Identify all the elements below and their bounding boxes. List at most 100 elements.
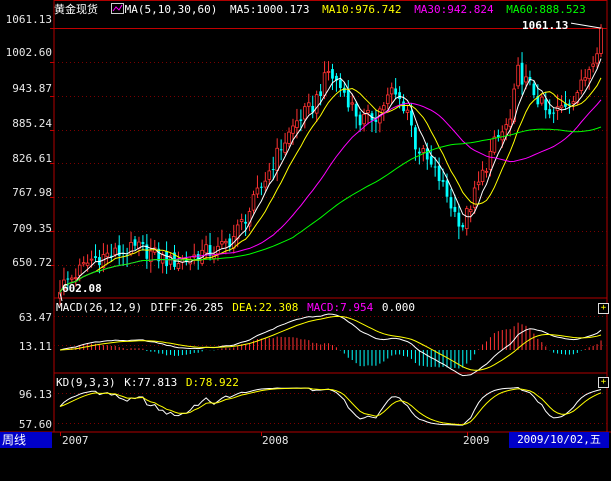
candle-body xyxy=(113,247,118,255)
candle-body xyxy=(366,109,370,114)
macd-layer xyxy=(59,313,602,377)
candle-body xyxy=(496,135,500,138)
candle-body xyxy=(244,221,247,224)
x-tick: 2009 xyxy=(463,434,490,447)
candle-body xyxy=(410,110,413,126)
candle-body xyxy=(421,148,426,153)
candle-body xyxy=(417,151,421,154)
macd-diff: DIFF:26.285 xyxy=(150,301,224,314)
candle-body xyxy=(239,219,244,223)
candle-body xyxy=(414,127,417,150)
candle-body xyxy=(385,94,390,105)
cursor-date: 2009/10/02,五 xyxy=(509,432,609,448)
candle-body xyxy=(559,105,564,109)
price-tick: 709.35 xyxy=(12,222,52,235)
candle-body xyxy=(326,71,331,73)
candle-body xyxy=(224,240,228,244)
candle-body xyxy=(322,72,327,96)
candle-body xyxy=(568,103,571,105)
candle-body xyxy=(255,187,260,195)
candle-body xyxy=(480,169,485,182)
main-header: 黄金现货 MA(5,10,30,60) MA5:1000.173 MA10:97… xyxy=(54,3,592,16)
candle-body xyxy=(283,142,287,153)
macd-header: MACD(26,12,9) DIFF:26.285 DEA:22.308 MAC… xyxy=(56,302,421,314)
kd-k: K:77.813 xyxy=(124,376,178,389)
candle-body xyxy=(532,83,536,96)
expand-kd-icon[interactable]: + xyxy=(598,377,609,388)
candle-body xyxy=(441,180,445,182)
x-tick: 2007 xyxy=(62,434,89,447)
price-tick: 943.87 xyxy=(12,82,52,95)
candle-body xyxy=(165,251,168,267)
candle-body xyxy=(267,170,272,180)
candle-body xyxy=(81,262,86,265)
macd-tick: 63.47 xyxy=(18,311,52,324)
period-tab[interactable]: 周线 xyxy=(0,432,52,448)
macd-tick: 13.11 xyxy=(18,340,52,353)
ma10-line xyxy=(59,77,602,293)
candle-body xyxy=(437,165,441,182)
candle-body xyxy=(461,224,465,228)
ma5-value: MA5:1000.173 xyxy=(229,3,310,16)
candle-body xyxy=(89,258,94,261)
ma5-line xyxy=(59,58,602,293)
ma60-line xyxy=(59,126,602,293)
candle-body xyxy=(176,263,181,269)
kd-header: KD(9,3,3) K:77.813 D:78.922 xyxy=(56,377,245,389)
candle-body xyxy=(449,197,453,209)
price-tick: 885.24 xyxy=(12,117,52,130)
candle-body xyxy=(358,114,362,126)
candle-body xyxy=(382,105,386,111)
candle-body xyxy=(342,87,346,93)
candle-body xyxy=(73,277,78,280)
chart-canvas xyxy=(0,0,611,436)
candle-body xyxy=(599,27,603,54)
candle-body xyxy=(346,90,350,108)
candle-body xyxy=(389,87,394,95)
candle-body xyxy=(314,94,319,114)
ma10-value: MA10:976.742 xyxy=(322,3,402,16)
high-price-tag: 1061.13 xyxy=(522,19,569,32)
candle-body xyxy=(516,64,520,87)
macd-zero: 0.000 xyxy=(381,301,416,314)
moving-average-layer xyxy=(59,22,602,302)
candle-body xyxy=(520,62,524,85)
candle-body xyxy=(220,241,224,245)
candle-body xyxy=(453,206,457,212)
candle-body xyxy=(457,212,461,227)
high-pointer xyxy=(570,22,602,29)
candle-body xyxy=(303,106,307,120)
candle-body xyxy=(433,166,437,168)
price-tick: 1061.13 xyxy=(5,13,52,26)
candle-body xyxy=(263,180,268,188)
candle-body xyxy=(291,125,295,134)
kd-d: D:78.922 xyxy=(185,376,239,389)
ma30-value: MA30:942.824 xyxy=(414,3,494,16)
macd-label[interactable]: MACD(26,12,9) xyxy=(56,301,142,314)
candle-body xyxy=(105,252,110,258)
kd-label[interactable]: KD(9,3,3) xyxy=(56,376,116,389)
candle-body xyxy=(295,120,299,128)
candle-body xyxy=(271,169,275,171)
candle-body xyxy=(350,102,355,105)
candle-body xyxy=(287,131,291,144)
ma-settings[interactable]: MA(5,10,30,60) xyxy=(125,3,218,16)
candle-body xyxy=(571,101,576,104)
candle-body xyxy=(362,113,366,125)
instrument-name: 黄金现货 xyxy=(54,3,98,16)
macd-value: MACD:7.954 xyxy=(307,301,374,314)
candle-body xyxy=(544,99,548,111)
candle-body xyxy=(591,63,595,67)
candle-body xyxy=(85,262,90,266)
candle-body xyxy=(275,147,279,171)
low-price-tag: 602.08 xyxy=(62,282,102,295)
candle-body xyxy=(540,96,544,104)
indicator-switch-icon[interactable] xyxy=(110,3,124,14)
candle-body xyxy=(508,118,512,127)
candle-body xyxy=(204,244,208,254)
candle-body xyxy=(251,194,256,211)
expand-macd-icon[interactable]: + xyxy=(598,303,609,314)
price-tick: 1002.60 xyxy=(5,46,52,59)
candle-body xyxy=(94,256,97,259)
candle-body xyxy=(587,69,591,79)
